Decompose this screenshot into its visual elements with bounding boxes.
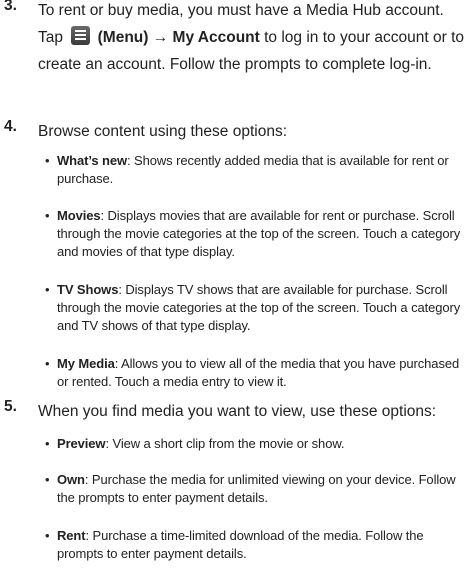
list-item: What’s new: Shows recently added media t… — [45, 152, 463, 188]
step-number: 3. — [4, 0, 17, 14]
step-text: To rent or buy media, you must have a Me… — [38, 2, 465, 73]
step-4: 4. Browse content using these options: — [0, 118, 465, 145]
step-number: 5. — [4, 398, 17, 415]
step-text: When you find media you want to view, us… — [38, 403, 437, 420]
my-account-label: My Account — [172, 29, 260, 46]
list-item: Rent: Purchase a time-limited download o… — [45, 527, 463, 563]
menu-icon — [71, 26, 91, 45]
list-item: Movies: Displays movies that are availab… — [45, 207, 463, 261]
menu-label: (Menu) — [97, 29, 149, 46]
manual-page: 3. To rent or buy media, you must have a… — [0, 0, 471, 572]
list-item: TV Shows: Displays TV shows that are ava… — [45, 281, 463, 335]
step-number: 4. — [4, 118, 17, 135]
step-3: 3. To rent or buy media, you must have a… — [0, 0, 465, 78]
list-item: Own: Purchase the media for unlimited vi… — [45, 471, 463, 507]
step-text: Browse content using these options: — [38, 123, 288, 140]
list-item: Preview: View a short clip from the movi… — [45, 435, 463, 453]
arrow: → — [152, 29, 169, 46]
step-5: 5. When you find media you want to view,… — [0, 398, 465, 425]
list-item: My Media: Allows you to view all of the … — [45, 355, 463, 391]
